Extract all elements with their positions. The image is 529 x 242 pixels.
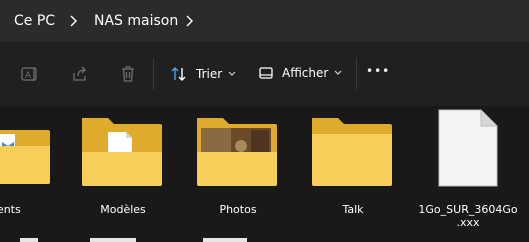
more-options-button[interactable]: ••• — [366, 64, 390, 78]
view-label: Afficher — [282, 66, 329, 80]
chevron-down-icon — [334, 70, 342, 75]
trash-icon — [122, 66, 134, 82]
file-item-label: Modèles — [100, 203, 146, 216]
file-item-label-extension: .xxx — [456, 216, 480, 229]
file-item-label: uments — [0, 203, 21, 216]
file-item-label: 1Go_SUR_3604Go — [418, 203, 518, 216]
file-grid: uments Modèles Photos — [0, 106, 529, 242]
delete-button[interactable] — [118, 64, 138, 84]
folder-icon — [0, 130, 50, 184]
breadcrumb: Ce PC NAS maison — [0, 0, 529, 42]
sort-icon — [171, 67, 186, 81]
view-icon — [259, 67, 273, 79]
rename-button[interactable]: A — [20, 64, 40, 84]
chevron-right-icon[interactable] — [68, 14, 80, 28]
svg-text:A: A — [25, 71, 32, 81]
next-row-item-preview — [20, 238, 38, 242]
folder-photo-icon — [197, 118, 277, 186]
share-icon — [73, 66, 86, 81]
breadcrumb-item-nas-maison[interactable]: NAS maison — [94, 13, 178, 29]
file-explorer-window: Ce PC NAS maison A Trier Afficher ••• en… — [0, 0, 529, 242]
folder-icon — [82, 118, 162, 186]
share-button[interactable] — [70, 64, 90, 84]
file-icon — [438, 109, 498, 187]
toolbar-divider — [356, 58, 357, 90]
sort-button[interactable]: Trier — [170, 65, 236, 83]
next-row-item-preview — [90, 238, 136, 242]
breadcrumb-item-ce-pc[interactable]: Ce PC — [14, 13, 55, 29]
sort-label: Trier — [196, 67, 223, 81]
view-button[interactable]: Afficher — [258, 65, 342, 81]
rename-icon: A — [21, 67, 37, 81]
next-row-item-preview — [203, 238, 247, 242]
file-item-label: Photos — [219, 203, 257, 216]
folder-icon — [312, 118, 392, 186]
toolbar-divider — [153, 58, 154, 90]
file-item-label: Talk — [342, 203, 364, 216]
more-icon: ••• — [366, 64, 391, 78]
chevron-down-icon — [228, 71, 236, 76]
chevron-right-icon[interactable] — [184, 14, 196, 28]
